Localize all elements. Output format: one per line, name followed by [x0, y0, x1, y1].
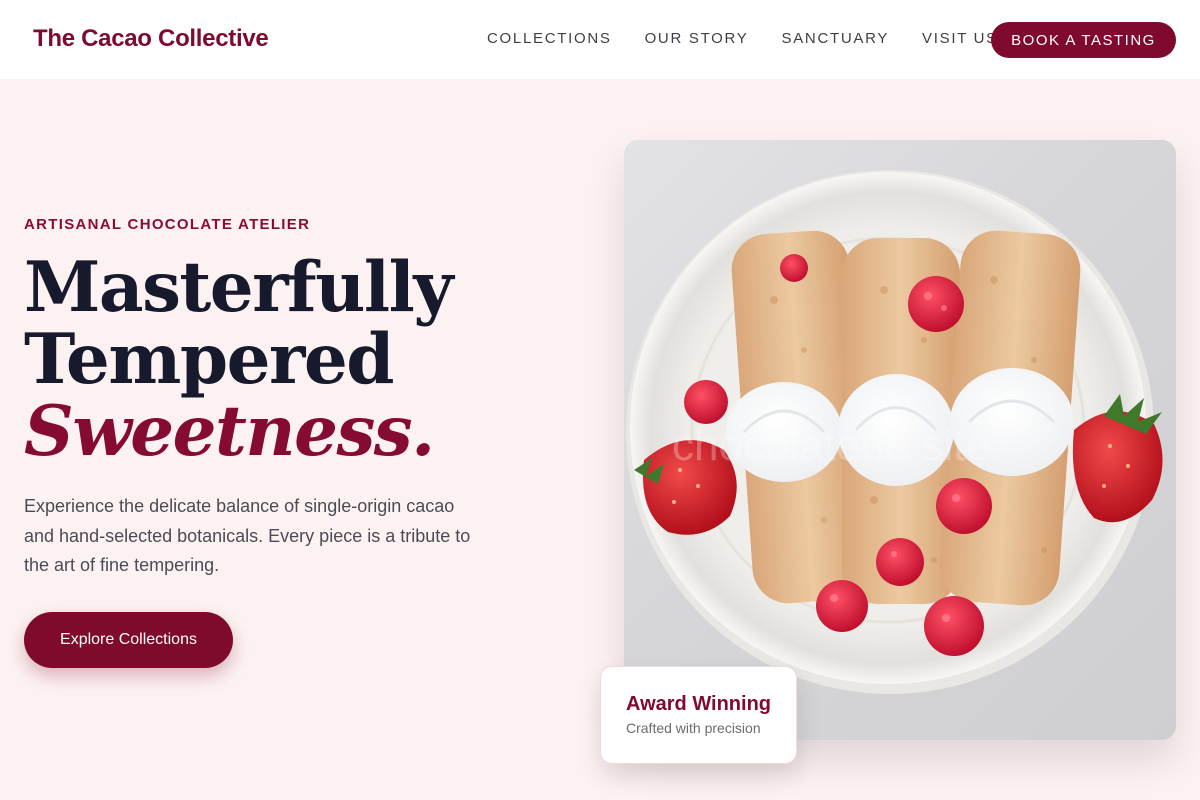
site-header: The Cacao Collective COLLECTIONS OUR STO…	[0, 0, 1200, 79]
hero-description: Experience the delicate balance of singl…	[24, 496, 471, 575]
hero-headline: Masterfully Tempered Sweetness.	[24, 247, 453, 472]
photo-watermark: chocolaterie site	[672, 421, 990, 470]
award-title: Award Winning	[626, 693, 771, 715]
nav-link-collections[interactable]: COLLECTIONS	[487, 30, 612, 47]
explore-collections-button[interactable]: Explore Collections	[24, 612, 233, 668]
crepes-with-berries-photo: chocolaterie site	[626, 170, 1163, 694]
hero-eyebrow: ARTISANAL CHOCOLATE ATELIER	[24, 216, 311, 233]
award-subtitle: Crafted with precision	[626, 720, 761, 736]
nav-link-sanctuary[interactable]: SANCTUARY	[782, 30, 890, 47]
nav-link-visit-us[interactable]: VISIT US	[922, 30, 998, 47]
headline-line-1: Masterfully	[24, 247, 453, 328]
hero-image: chocolaterie site	[624, 140, 1176, 740]
brand-logo[interactable]: The Cacao Collective	[33, 25, 269, 53]
book-tasting-button[interactable]: BOOK A TASTING	[991, 22, 1176, 58]
award-badge: Award Winning Crafted with precision	[600, 666, 797, 764]
main-nav: COLLECTIONS OUR STORY SANCTUARY VISIT US	[487, 30, 1031, 47]
nav-link-our-story[interactable]: OUR STORY	[645, 30, 749, 47]
headline-line-2: Tempered	[24, 319, 394, 400]
headline-accent: Sweetness.	[24, 391, 435, 472]
